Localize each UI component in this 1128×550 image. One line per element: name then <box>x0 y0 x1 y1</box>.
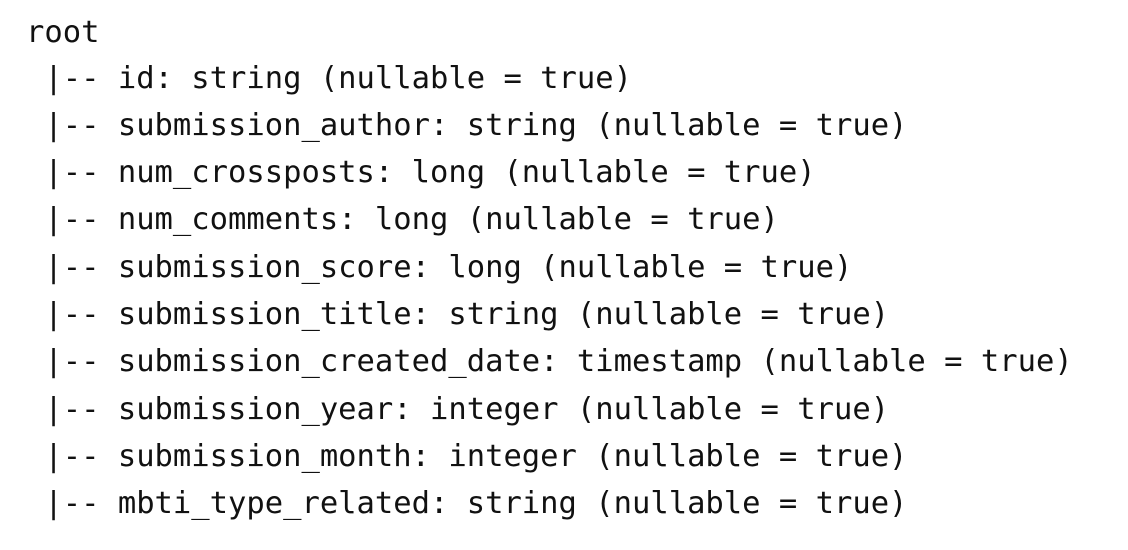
schema-field-line: |-- submission_created_date: timestamp (… <box>26 342 1073 382</box>
schema-field-text: submission_month: integer (nullable = tr… <box>117 439 908 474</box>
schema-field-text: id: string (nullable = true) <box>117 61 632 96</box>
schema-field-line: |-- submission_year: integer (nullable =… <box>26 390 889 430</box>
schema-field-text: submission_title: string (nullable = tru… <box>117 297 890 332</box>
schema-field-line: |-- submission_month: integer (nullable … <box>26 437 907 477</box>
schema-field-text: num_comments: long (nullable = true) <box>117 202 779 237</box>
schema-field-text: submission_author: string (nullable = tr… <box>117 108 908 143</box>
schema-field-line: |-- submission_score: long (nullable = t… <box>26 248 852 288</box>
schema-root-label: root <box>26 15 100 50</box>
tree-branch-prefix: |-- <box>26 250 118 285</box>
schema-field-line: |-- num_crossposts: long (nullable = tru… <box>26 153 816 193</box>
schema-field-text: submission_score: long (nullable = true) <box>117 250 853 285</box>
schema-field-text: submission_created_date: timestamp (null… <box>117 344 1073 379</box>
schema-field-text: submission_year: integer (nullable = tru… <box>117 392 890 427</box>
tree-branch-prefix: |-- <box>26 344 118 379</box>
tree-branch-prefix: |-- <box>26 297 118 332</box>
schema-field-line: |-- id: string (nullable = true) <box>26 59 632 99</box>
schema-field-text: num_crossposts: long (nullable = true) <box>117 155 816 190</box>
schema-field-line: |-- submission_title: string (nullable =… <box>26 295 889 335</box>
schema-printout: root |-- id: string (nullable = true) |-… <box>0 0 1128 550</box>
tree-branch-prefix: |-- <box>26 439 118 474</box>
tree-branch-prefix: |-- <box>26 155 118 190</box>
tree-branch-prefix: |-- <box>26 486 118 521</box>
tree-branch-prefix: |-- <box>26 202 118 237</box>
schema-field-line: |-- num_comments: long (nullable = true) <box>26 200 779 240</box>
tree-branch-prefix: |-- <box>26 392 118 427</box>
schema-field-line: |-- submission_author: string (nullable … <box>26 106 907 146</box>
schema-field-line: |-- mbti_type_related: string (nullable … <box>26 484 907 524</box>
tree-branch-prefix: |-- <box>26 108 118 143</box>
schema-field-text: mbti_type_related: string (nullable = tr… <box>117 486 908 521</box>
tree-branch-prefix: |-- <box>26 61 118 96</box>
